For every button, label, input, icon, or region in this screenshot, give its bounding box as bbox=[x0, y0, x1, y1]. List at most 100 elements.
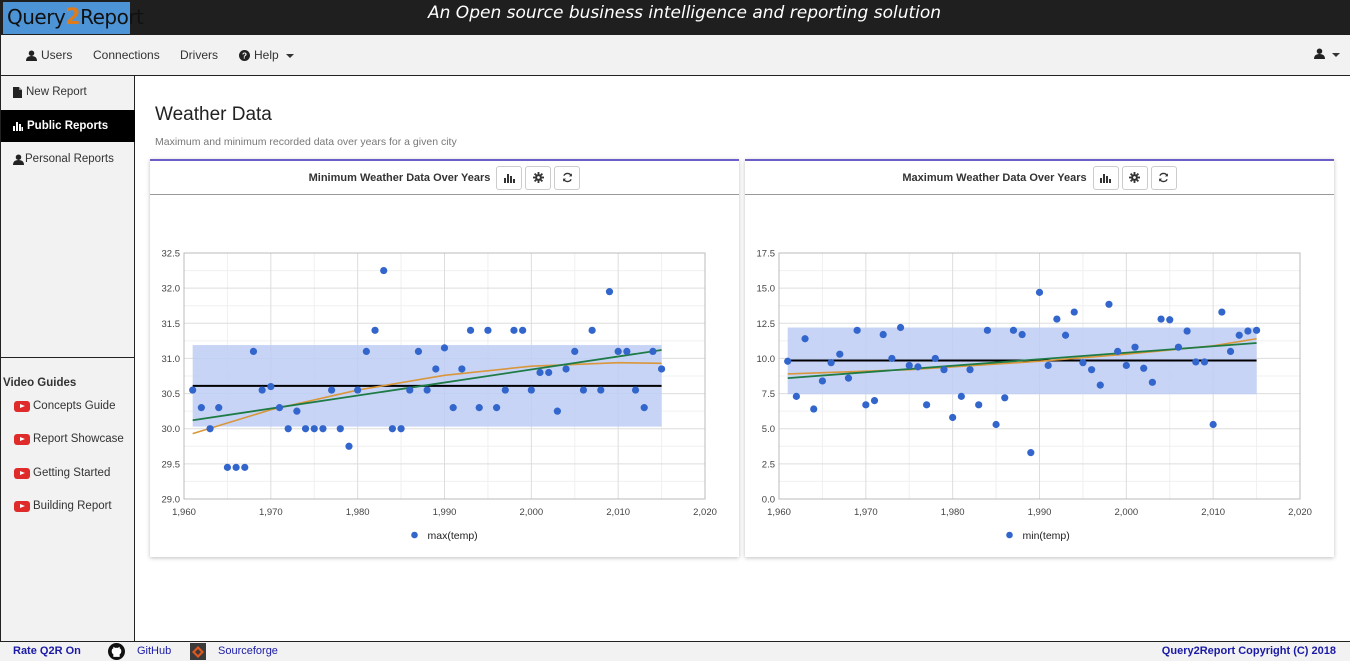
video-guide-label: Building Report bbox=[33, 500, 112, 512]
data-point bbox=[657, 365, 666, 373]
page-subtitle: Maximum and minimum recorded data over y… bbox=[155, 136, 457, 148]
github-icon[interactable] bbox=[108, 643, 125, 660]
data-point bbox=[319, 425, 327, 433]
data-point bbox=[640, 404, 648, 412]
data-point bbox=[931, 354, 939, 363]
data-point bbox=[923, 401, 931, 409]
y-tick-label: 5.0 bbox=[762, 424, 775, 435]
x-tick-label: 1,980 bbox=[941, 507, 965, 518]
sidebar-divider bbox=[1, 357, 135, 358]
rate-q2r-text: Rate Q2R On bbox=[13, 645, 81, 657]
data-point bbox=[801, 335, 809, 343]
data-point bbox=[284, 425, 292, 433]
logo-text-report: Report bbox=[80, 5, 144, 29]
data-point bbox=[949, 413, 957, 422]
data-point bbox=[1244, 327, 1252, 335]
footer: Rate Q2R On GitHub Sourceforge Query2Rep… bbox=[0, 641, 1350, 661]
x-tick-label: 1,960 bbox=[767, 507, 791, 518]
data-point bbox=[1122, 361, 1130, 370]
data-point bbox=[1140, 364, 1148, 372]
data-point bbox=[223, 463, 232, 471]
nav-users[interactable]: Users bbox=[26, 48, 72, 62]
video-guide-label: Report Showcase bbox=[33, 433, 124, 445]
github-link[interactable]: GitHub bbox=[137, 645, 171, 657]
x-tick-label: 2,000 bbox=[519, 507, 543, 518]
settings-button[interactable] bbox=[1121, 165, 1148, 190]
x-tick-label: 1,990 bbox=[1028, 507, 1052, 518]
nav-help-label: Help bbox=[254, 48, 279, 62]
data-point bbox=[1157, 315, 1165, 323]
sourceforge-icon[interactable] bbox=[190, 643, 206, 660]
data-point bbox=[1070, 308, 1078, 316]
account-menu[interactable] bbox=[1314, 48, 1340, 59]
data-point bbox=[215, 404, 223, 412]
data-point bbox=[1174, 343, 1183, 351]
data-point bbox=[605, 288, 614, 296]
data-point bbox=[510, 326, 518, 334]
data-point bbox=[1027, 449, 1035, 457]
data-point bbox=[1252, 326, 1261, 334]
chevron-down-icon bbox=[1332, 52, 1340, 57]
x-tick-label: 2,010 bbox=[1201, 507, 1225, 518]
data-point bbox=[1114, 347, 1122, 355]
data-point bbox=[423, 386, 431, 394]
data-point bbox=[870, 397, 879, 405]
data-point bbox=[1235, 331, 1243, 339]
x-tick-label: 2,020 bbox=[1288, 507, 1312, 518]
data-point bbox=[1061, 331, 1070, 339]
y-tick-label: 12.5 bbox=[757, 319, 776, 330]
y-tick-label: 15.0 bbox=[757, 284, 776, 295]
nav-connections[interactable]: Connections bbox=[93, 48, 160, 62]
x-tick-label: 1,970 bbox=[259, 507, 283, 518]
video-guide-building-report[interactable]: Building Report bbox=[14, 500, 112, 512]
chart-panel-max: Maximum Weather Data Over Years 0.0 2.5 5.… bbox=[745, 159, 1334, 557]
data-point bbox=[1105, 300, 1113, 308]
legend-label: min(temp) bbox=[1023, 530, 1070, 542]
sidebar-item-new-report[interactable]: New Report bbox=[1, 76, 135, 108]
data-point bbox=[1096, 381, 1104, 389]
y-tick-label: 0.0 bbox=[762, 495, 775, 506]
sidebar: New Report Public Reports Personal Repor… bbox=[0, 76, 135, 641]
data-point bbox=[1209, 420, 1217, 429]
refresh-button[interactable] bbox=[554, 165, 581, 190]
sourceforge-link[interactable]: Sourceforge bbox=[218, 645, 278, 657]
video-guide-showcase[interactable]: Report Showcase bbox=[14, 433, 124, 445]
chart-type-button[interactable] bbox=[1092, 165, 1119, 190]
data-point bbox=[631, 386, 640, 394]
data-point bbox=[380, 266, 388, 275]
y-tick-label: 32.0 bbox=[162, 284, 181, 295]
video-guide-concepts[interactable]: Concepts Guide bbox=[14, 400, 115, 412]
y-tick-label: 30.0 bbox=[162, 424, 181, 435]
video-guide-getting-started[interactable]: Getting Started bbox=[14, 467, 110, 479]
data-point bbox=[466, 326, 475, 334]
data-point bbox=[853, 326, 861, 334]
bar-chart-icon bbox=[503, 173, 515, 183]
settings-button[interactable] bbox=[525, 165, 552, 190]
question-circle-icon: ? bbox=[239, 49, 250, 61]
sidebar-item-personal-reports[interactable]: Personal Reports bbox=[1, 143, 135, 175]
scatter-chart-min: 29.0 29.5 30.0 30.5 31.0 31.5 32.0 32.5 1,960 1,9… bbox=[162, 249, 717, 543]
data-point bbox=[784, 357, 792, 365]
data-point bbox=[579, 386, 588, 394]
refresh-button[interactable] bbox=[1150, 165, 1177, 190]
data-point bbox=[519, 326, 527, 334]
data-point bbox=[1200, 358, 1209, 366]
data-point bbox=[267, 382, 275, 391]
user-icon bbox=[26, 49, 37, 61]
nav-drivers[interactable]: Drivers bbox=[180, 48, 218, 62]
video-guide-label: Concepts Guide bbox=[33, 400, 116, 412]
file-icon bbox=[13, 86, 22, 98]
sidebar-item-public-reports[interactable]: Public Reports bbox=[1, 110, 135, 142]
data-point bbox=[1192, 358, 1200, 366]
sidebar-item-label: New Report bbox=[26, 86, 87, 98]
chart-type-button[interactable] bbox=[496, 165, 523, 190]
data-point bbox=[527, 386, 535, 394]
data-point bbox=[406, 386, 414, 394]
nav-help[interactable]: ? Help bbox=[239, 48, 294, 62]
panel-header: Maximum Weather Data Over Years bbox=[745, 161, 1334, 195]
data-point bbox=[484, 326, 492, 334]
data-point bbox=[888, 354, 896, 363]
legend-marker bbox=[1006, 531, 1013, 539]
app-logo[interactable]: Query2Report bbox=[3, 2, 144, 34]
data-point bbox=[562, 365, 570, 373]
